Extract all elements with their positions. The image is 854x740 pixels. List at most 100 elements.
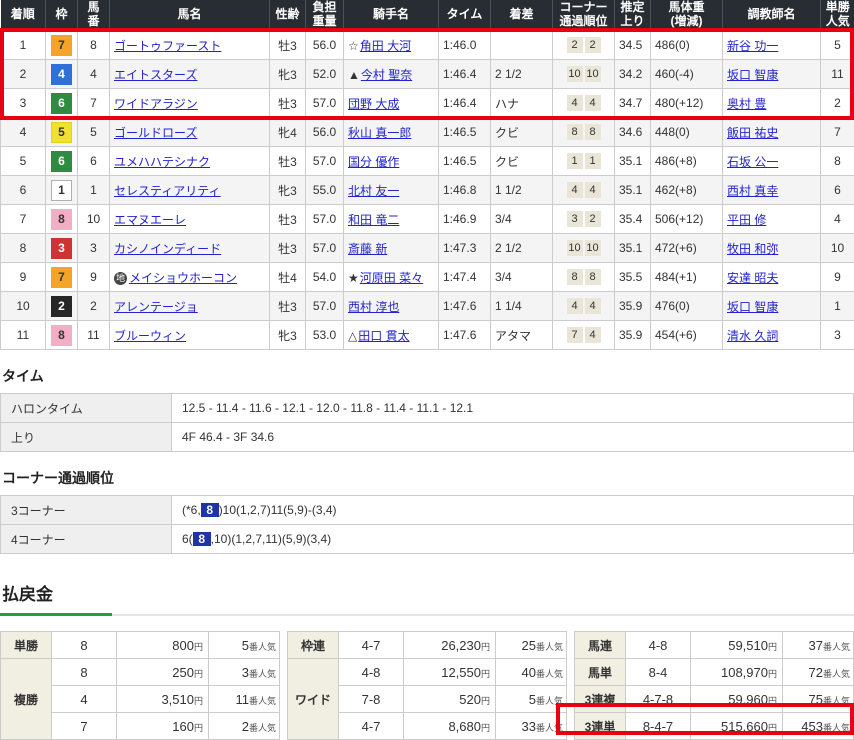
- horse-weight: 460(-4): [651, 60, 723, 89]
- yen-suffix: 円: [194, 642, 203, 652]
- apprentice-mark: ☆: [348, 39, 359, 53]
- payout-popularity: 3番人気: [209, 659, 280, 686]
- corner-section-title: コーナー通過順位: [2, 468, 854, 488]
- horse-name-link[interactable]: エマヌエーレ: [114, 213, 186, 227]
- horse-name-link[interactable]: ユメハハテシナク: [114, 155, 210, 169]
- trainer-link[interactable]: 坂口 智康: [727, 68, 778, 82]
- payout-combination: 4-8: [626, 632, 691, 659]
- horse-name-link[interactable]: ブルーウィン: [114, 329, 186, 343]
- yen-suffix: 円: [768, 723, 777, 733]
- jockey-link[interactable]: 北村 友一: [348, 184, 399, 198]
- trainer-link[interactable]: 飯田 祐史: [727, 126, 778, 140]
- jockey-link[interactable]: 河原田 菜々: [360, 271, 423, 285]
- corner-order-chip: 8: [585, 124, 601, 140]
- payout-row: 複勝8250円3番人気: [1, 659, 280, 686]
- jockey-link[interactable]: 和田 竜二: [348, 213, 399, 227]
- win-popularity: 1: [821, 292, 854, 321]
- bet-type-label: 複勝: [1, 659, 52, 740]
- payout-row: 馬連4-859,510円37番人気: [575, 632, 854, 659]
- finish-time: 1:46.4: [439, 60, 491, 89]
- last-furlongs-row: 上り 4F 46.4 - 3F 34.6: [1, 423, 854, 452]
- horse-name-link[interactable]: カシノインディード: [114, 242, 221, 256]
- payout-row: 単勝8800円5番人気: [1, 632, 280, 659]
- trainer-link[interactable]: 平田 修: [727, 213, 766, 227]
- bet-type-label: 3連複: [575, 686, 626, 713]
- sex-age: 牝4: [270, 118, 306, 147]
- jockey-cell: ▲今村 聖奈: [344, 60, 439, 89]
- frame-badge: 1: [51, 180, 72, 201]
- horse-name-link[interactable]: アレンテージョ: [114, 300, 198, 314]
- trainer-link[interactable]: 安達 昭夫: [727, 271, 778, 285]
- trainer-link[interactable]: 奥村 豊: [727, 97, 766, 111]
- corner-order-chip: 10: [567, 66, 583, 82]
- finish-position: 7: [1, 205, 46, 234]
- yen-suffix: 円: [481, 696, 490, 706]
- results-column-header: 単勝 人気: [821, 0, 854, 31]
- results-column-header: 負担 重量: [306, 0, 344, 31]
- result-row: 11811ブルーウィン牝353.0△田口 貫太1:47.6アタマ7435.945…: [1, 321, 854, 350]
- horse-name-link[interactable]: ゴートゥファースト: [114, 39, 221, 53]
- horse-name-cell: ブルーウィン: [110, 321, 270, 350]
- frame-cell: 5: [46, 118, 78, 147]
- finish-position: 8: [1, 234, 46, 263]
- payout-tables: 単勝8800円5番人気複勝8250円3番人気43,510円11番人気7160円2…: [0, 631, 854, 740]
- trainer-link[interactable]: 牧田 和弥: [727, 242, 778, 256]
- jockey-link[interactable]: 西村 淳也: [348, 300, 399, 314]
- frame-cell: 7: [46, 263, 78, 292]
- jockey-link[interactable]: 国分 優作: [348, 155, 399, 169]
- corner4-post: ,10)(1,2,7,11)(5,9)(3,4): [211, 532, 332, 546]
- corner4-label: 4コーナー: [1, 525, 172, 554]
- popularity-suffix: 番人気: [249, 642, 276, 652]
- jockey-link[interactable]: 田口 貫太: [358, 329, 409, 343]
- corner-order-chip: 10: [585, 240, 601, 256]
- horse-name-link[interactable]: メイショウホーコン: [129, 271, 237, 285]
- frame-badge: 6: [51, 93, 72, 114]
- trainer-link[interactable]: 石坂 公一: [727, 155, 778, 169]
- frame-badge: 4: [51, 64, 72, 85]
- payout-amount: 26,230円: [404, 632, 496, 659]
- sex-age: 牡3: [270, 31, 306, 60]
- yen-suffix: 円: [481, 669, 490, 679]
- jockey-link[interactable]: 秋山 真一郎: [348, 126, 411, 140]
- trainer-link[interactable]: 西村 真幸: [727, 184, 778, 198]
- horse-name-link[interactable]: セレスティアリティ: [114, 184, 221, 198]
- frame-cell: 3: [46, 234, 78, 263]
- finish-position: 2: [1, 60, 46, 89]
- frame-badge: 7: [51, 267, 72, 288]
- jockey-link[interactable]: 角田 大河: [360, 39, 411, 53]
- jockey-link[interactable]: 団野 大成: [348, 97, 399, 111]
- carried-weight: 56.0: [306, 118, 344, 147]
- horse-name-link[interactable]: ゴールドローズ: [114, 126, 197, 140]
- horse-name-link[interactable]: ワイドアラジン: [114, 97, 198, 111]
- last-furlongs-label: 上り: [1, 423, 172, 452]
- payout-title-rule-accent: [0, 613, 112, 616]
- corner-order-chip: 8: [585, 269, 601, 285]
- jockey-cell: 斎藤 新: [344, 234, 439, 263]
- corner-order-chip: 2: [585, 37, 601, 53]
- sex-age: 牡4: [270, 263, 306, 292]
- time-section-title: タイム: [2, 366, 854, 386]
- payout-combination: 4-7: [339, 713, 404, 740]
- payout-table: 馬連4-859,510円37番人気馬単8-4108,970円72番人気3連複4-…: [574, 631, 854, 740]
- bet-type-label: 単勝: [1, 632, 52, 659]
- corner-order-cell: 44: [553, 292, 615, 321]
- popularity-suffix: 番人気: [823, 669, 850, 679]
- jockey-link[interactable]: 今村 聖奈: [361, 68, 412, 82]
- trainer-link[interactable]: 清水 久詞: [727, 329, 778, 343]
- horse-name-link[interactable]: エイトスターズ: [114, 68, 197, 82]
- win-popularity: 4: [821, 205, 854, 234]
- jockey-link[interactable]: 斎藤 新: [348, 242, 387, 256]
- horse-name-cell: エイトスターズ: [110, 60, 270, 89]
- trainer-cell: 石坂 公一: [723, 147, 821, 176]
- horse-weight: 454(+6): [651, 321, 723, 350]
- trainer-link[interactable]: 新谷 功一: [727, 39, 778, 53]
- popularity-suffix: 番人気: [249, 669, 276, 679]
- corner-order-cell: 88: [553, 118, 615, 147]
- frame-cell: 6: [46, 147, 78, 176]
- carried-weight: 56.0: [306, 31, 344, 60]
- payout-row: ワイド4-812,550円40番人気: [288, 659, 567, 686]
- horse-number: 2: [78, 292, 110, 321]
- jockey-cell: ☆角田 大河: [344, 31, 439, 60]
- payout-table: 単勝8800円5番人気複勝8250円3番人気43,510円11番人気7160円2…: [0, 631, 280, 740]
- trainer-link[interactable]: 坂口 智康: [727, 300, 778, 314]
